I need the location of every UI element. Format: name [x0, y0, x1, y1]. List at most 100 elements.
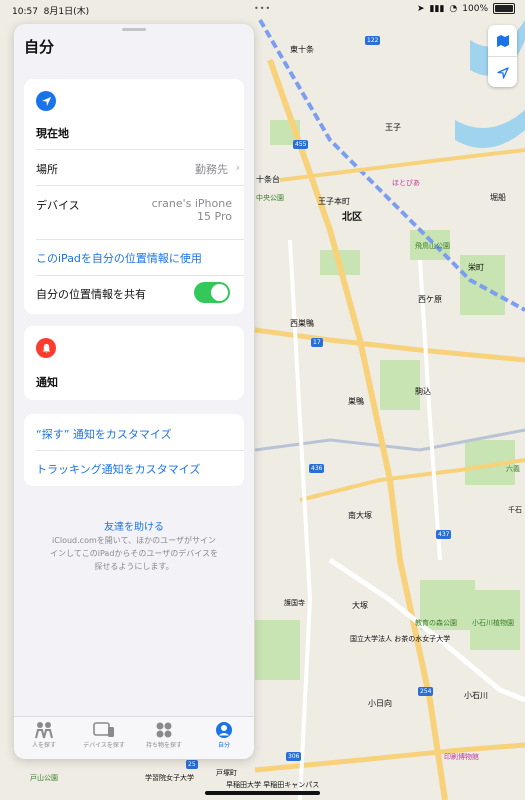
device-label: デバイス [36, 199, 80, 212]
clock: 10:57 [12, 7, 38, 17]
help-line: 探せるようにします。 [94, 562, 174, 571]
map-label: 堀船 [490, 193, 506, 202]
tab-label: デバイスを探す [83, 742, 125, 749]
map-label: 東十条 [290, 45, 314, 54]
wifi-icon: ◔ [449, 3, 458, 14]
divider [36, 275, 244, 276]
tab-me[interactable]: 自分 [194, 720, 254, 749]
tab-devices[interactable]: デバイスを探す [74, 720, 134, 749]
date: 8月1日(木) [43, 7, 90, 17]
road [279, 148, 525, 182]
battery-icon [493, 3, 515, 14]
location-heading: 現在地 [36, 127, 69, 140]
map-label: 西巣鴨 [290, 319, 314, 328]
devices-icon [74, 720, 134, 740]
route-shield: 25 [186, 760, 198, 769]
tab-label: 持ち物を探す [145, 742, 182, 749]
customize-tracking-notifications-link[interactable]: トラッキング通知をカスタマイズ [36, 461, 244, 477]
help-friend-link[interactable]: 友達を助ける [14, 518, 254, 533]
route-shield: 436 [309, 464, 325, 473]
route-shield: 306 [286, 752, 302, 761]
map-label: 飛鳥山公園 [415, 242, 450, 250]
use-this-ipad-link[interactable]: このiPadを自分の位置情報に使用 [36, 250, 244, 266]
place-value: 勤務先 [195, 163, 228, 176]
signal-icon: ▮▮▮ [429, 3, 445, 14]
map-label: 小石川 [464, 691, 488, 700]
map-icon [496, 34, 509, 47]
track-location-button[interactable] [488, 56, 517, 88]
map-label: 教育の森公園 [415, 619, 457, 627]
tab-people[interactable]: 人を探す [14, 720, 74, 749]
device-model: 15 Pro [197, 210, 232, 223]
route-shield: 455 [293, 140, 309, 149]
divider [36, 450, 244, 451]
me-sheet: 自分 現在地 場所 勤務先 › デバイス crane's iPhone 15 P… [14, 24, 254, 759]
map-label: 六義 [506, 465, 520, 473]
map-label: 大塚 [352, 601, 368, 610]
divider [36, 185, 244, 186]
location-card: 現在地 場所 勤務先 › デバイス crane's iPhone 15 Pro … [24, 79, 244, 314]
device-row: デバイス crane's iPhone 15 Pro [36, 197, 244, 233]
help-line: iCloud.comを開いて、ほかのユーザがサイン [52, 536, 216, 545]
multitask-dots-icon[interactable]: ••• [254, 4, 271, 13]
toggle-knob [211, 284, 228, 301]
route-shield: 254 [418, 687, 434, 696]
tab-bar: 人を探す デバイスを探す 持ち物を探す 自分 [14, 716, 254, 759]
location-arrow-icon [496, 66, 509, 79]
map-type-button[interactable] [488, 25, 517, 56]
map-label: 中央公園 [256, 194, 284, 202]
map-label: 北区 [342, 212, 362, 223]
map-label: 国立大学法人 お茶の水女子大学 [350, 635, 451, 643]
customize-find-my-notifications-link[interactable]: “探す” 通知をカスタマイズ [36, 426, 244, 442]
map-label: 西ケ原 [418, 295, 442, 304]
map-controls [488, 25, 517, 87]
map-label: 駒込 [415, 387, 431, 396]
notifications-card: 通知 [24, 326, 244, 400]
status-right: ➤ ▮▮▮ ◔ 100% [417, 3, 515, 14]
sheet-grabber[interactable] [122, 28, 146, 31]
share-location-toggle[interactable] [194, 282, 230, 303]
map-label: 戸山公園 [30, 774, 58, 782]
park-area [255, 620, 300, 680]
home-indicator[interactable] [205, 791, 320, 795]
map-label: 巣鴨 [348, 397, 364, 406]
bell-icon [36, 338, 56, 358]
page-title: 自分 [24, 38, 55, 56]
tab-items[interactable]: 持ち物を探す [134, 720, 194, 749]
map-label: 南大塚 [348, 511, 372, 520]
map-label: 王子本町 [318, 197, 350, 206]
map-label: 学習院女子大学 [145, 774, 194, 782]
location-icon [36, 91, 56, 111]
route-shield: 437 [436, 530, 452, 539]
divider [36, 149, 244, 150]
map-label: 小日向 [368, 699, 392, 708]
park-area [380, 360, 420, 410]
map-label: 栄町 [468, 263, 484, 272]
help-friend-description: iCloud.comを開いて、ほかのユーザがサイン インしてこのiPadからその… [14, 534, 254, 573]
route-shield: 122 [365, 36, 381, 45]
map-label: 早稲田大学 早稲田キャンパス [226, 781, 320, 789]
map-label: 護国寺 [284, 599, 305, 607]
tab-label: 人を探す [31, 742, 56, 749]
place-label: 場所 [36, 163, 58, 176]
chevron-right-icon: › [235, 161, 240, 174]
notifications-heading: 通知 [36, 376, 58, 389]
map-label: ほとぴあ [392, 179, 420, 187]
road [418, 259, 442, 561]
battery-percent: 100% [462, 3, 488, 14]
place-row[interactable]: 場所 勤務先 › [36, 161, 244, 181]
items-icon [134, 720, 194, 740]
route-shield: 17 [311, 338, 323, 347]
divider [36, 239, 244, 240]
map-label: 王子 [385, 123, 401, 132]
map-label: 十条台 [256, 175, 280, 184]
people-icon [14, 720, 74, 740]
status-bar: 10:57 8月1日(木) ••• ➤ ▮▮▮ ◔ 100% [0, 0, 525, 18]
map-label: 戸塚町 [216, 769, 237, 777]
status-time: 10:57 8月1日(木) [12, 4, 89, 17]
map-label: 小石川植物園 [472, 619, 514, 627]
tab-label: 自分 [217, 742, 230, 749]
map-label: 印刷博物館 [444, 753, 479, 761]
device-value: crane's iPhone 15 Pro [152, 197, 232, 223]
map-label: 千石 [508, 506, 522, 514]
